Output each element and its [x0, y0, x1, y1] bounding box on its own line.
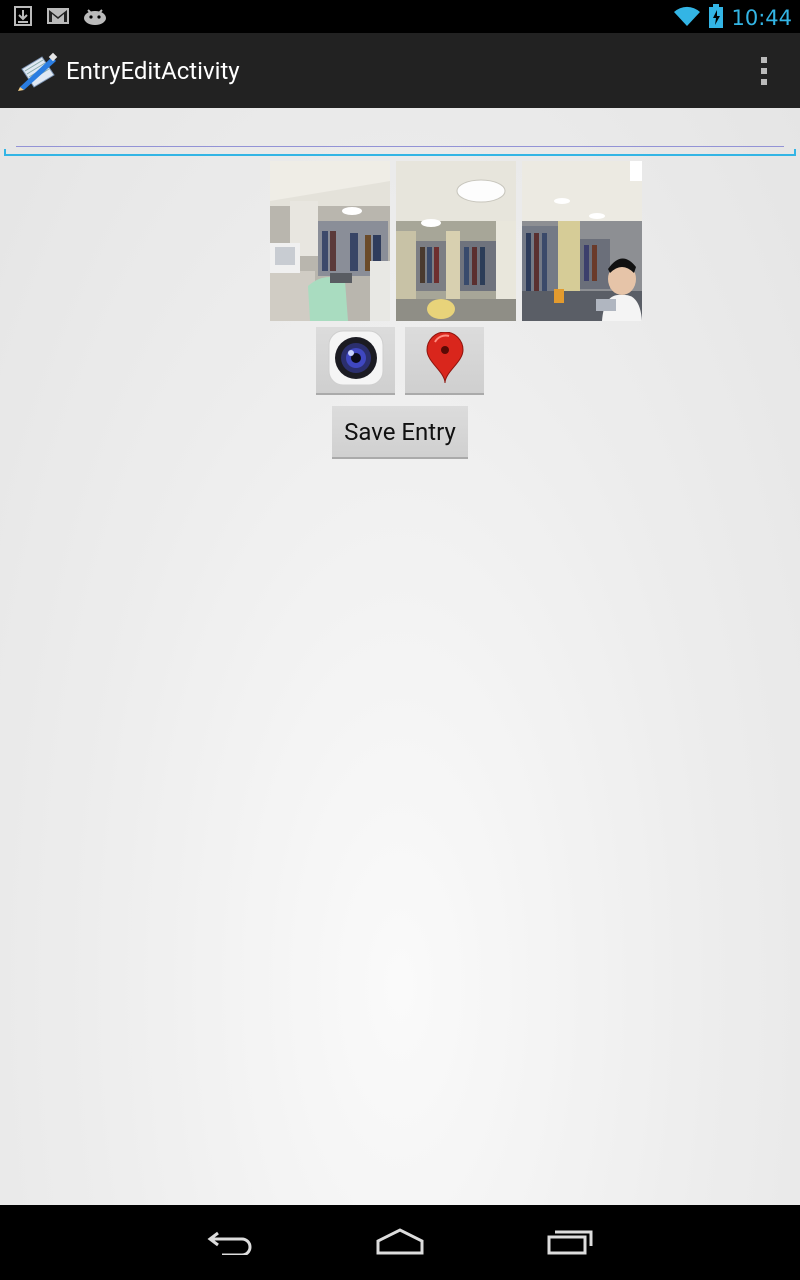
- entry-field-right-cap: [794, 149, 796, 156]
- back-button[interactable]: [200, 1225, 260, 1261]
- notebook-pen-icon[interactable]: [16, 51, 60, 91]
- recents-icon: [546, 1227, 594, 1259]
- photo-strip: [270, 161, 642, 321]
- camera-button[interactable]: [316, 327, 395, 395]
- entry-field-underline: [4, 154, 796, 156]
- action-bar: EntryEditActivity: [0, 33, 800, 108]
- navigation-bar: [0, 1205, 800, 1280]
- map-pin-icon: [425, 331, 465, 388]
- app-title: EntryEditActivity: [66, 57, 240, 85]
- camera-icon: [327, 329, 385, 391]
- entry-field-left-cap: [4, 149, 6, 156]
- home-icon: [374, 1227, 426, 1259]
- status-bar: 10:44: [0, 0, 800, 33]
- back-icon: [206, 1227, 254, 1259]
- download-icon: [14, 6, 34, 30]
- home-button[interactable]: [370, 1225, 430, 1261]
- android-icon: [82, 7, 108, 29]
- library-photo-1[interactable]: [270, 161, 390, 321]
- entry-text-field[interactable]: [4, 146, 796, 156]
- wifi-icon: [673, 5, 701, 31]
- location-button[interactable]: [405, 327, 484, 395]
- content-area: Save Entry: [0, 108, 800, 1205]
- gmail-icon: [46, 7, 70, 29]
- library-photo-3[interactable]: [522, 161, 642, 321]
- status-clock: 10:44: [731, 6, 792, 30]
- library-photo-2[interactable]: [396, 161, 516, 321]
- overflow-menu-icon[interactable]: [752, 51, 776, 91]
- recents-button[interactable]: [540, 1225, 600, 1261]
- save-entry-button[interactable]: Save Entry: [332, 406, 468, 459]
- battery-charging-icon: [709, 4, 724, 32]
- entry-field-hint-line: [16, 146, 784, 147]
